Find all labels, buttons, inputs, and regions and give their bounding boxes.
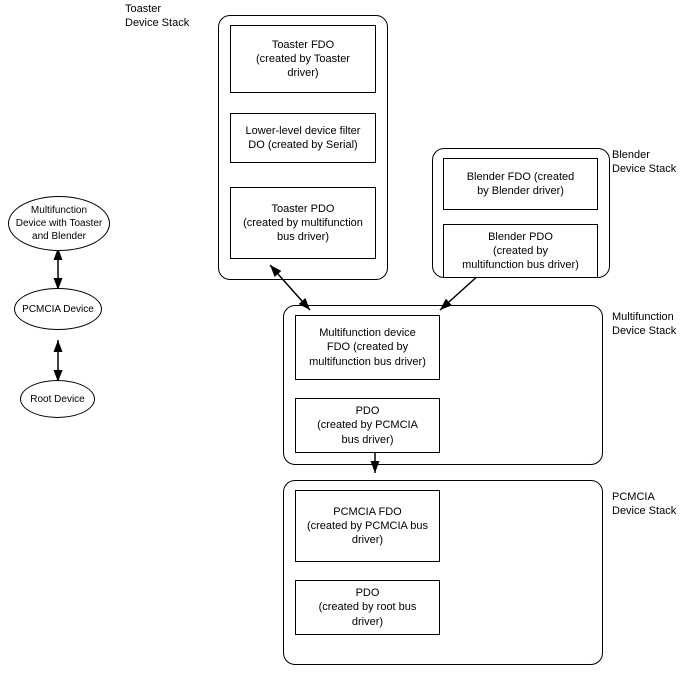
pcmcia-device-ellipse: PCMCIA Device: [14, 288, 102, 330]
toaster-pdo-box: Toaster PDO(created by multifunctionbus …: [230, 187, 376, 259]
toaster-fdo-box: Toaster FDO(created by Toasterdriver): [230, 25, 376, 93]
blender-stack-label: BlenderDevice Stack: [612, 148, 676, 177]
blender-pdo-box2: Blender PDO(created bymultifunction bus …: [443, 224, 598, 278]
lower-filter-box: Lower-level device filterDO (created by …: [230, 113, 376, 163]
mf-pdo-box: PDO(created by PCMCIAbus driver): [295, 398, 440, 453]
multifunction-stack-label: MultifunctionDevice Stack: [612, 310, 676, 339]
multifunction-device-ellipse: MultifunctionDevice with Toasterand Blen…: [8, 196, 110, 251]
multifunction-fdo-box: Multifunction deviceFDO (created bymulti…: [295, 315, 440, 380]
toaster-stack-label: ToasterDevice Stack: [125, 2, 189, 31]
pcmcia-pdo-box: PDO(created by root busdriver): [295, 580, 440, 635]
pcmcia-fdo-box: PCMCIA FDO(created by PCMCIA busdriver): [295, 490, 440, 562]
root-device-ellipse: Root Device: [20, 380, 95, 418]
blender-fdo-box: Blender FDO (createdby Blender driver): [443, 158, 598, 210]
pcmcia-stack-label: PCMCIADevice Stack: [612, 490, 676, 519]
diagram: ToasterDevice Stack Toaster FDO(created …: [0, 0, 690, 679]
